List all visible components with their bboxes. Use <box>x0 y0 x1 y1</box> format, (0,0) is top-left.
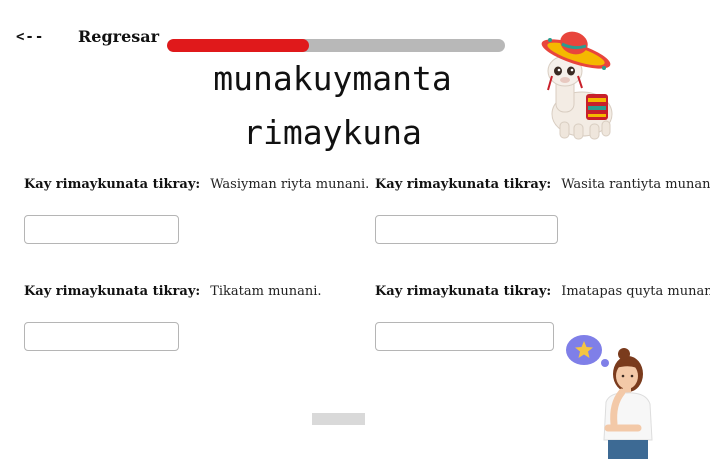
star-bubble-icon <box>566 335 609 367</box>
llama-sombrero-icon <box>541 31 613 140</box>
exercise-sentence: Tikatam munani. <box>210 284 322 299</box>
exercise-label: Kay rimaykunata tikray: <box>24 177 201 192</box>
answer-input-1[interactable] <box>24 215 179 244</box>
back-arrow-icon[interactable]: <-- <box>16 29 44 45</box>
exercise-4: Kay rimaykunata tikray: Imatapas quyta mu… <box>375 284 710 299</box>
exercise-label: Kay rimaykunata tikray: <box>375 177 552 192</box>
thinking-woman-icon <box>566 335 653 459</box>
page-title-line2: rimaykuna <box>243 113 422 152</box>
exercise-3: Kay rimaykunata tikray: Tikatam munani. <box>24 284 322 299</box>
progress-bar <box>167 39 505 52</box>
answer-input-2[interactable] <box>375 215 558 244</box>
answer-input-3[interactable] <box>24 322 179 351</box>
exercise-1: Kay rimaykunata tikray: Wasiyman riyta mu… <box>24 177 369 192</box>
exercise-label: Kay rimaykunata tikray: <box>24 284 201 299</box>
exercise-sentence: Wasita rantiyta munani. <box>561 177 710 192</box>
page-title: munakuymanta rimaykuna <box>170 52 495 160</box>
submit-button[interactable] <box>312 413 365 425</box>
page-title-line1: munakuymanta <box>213 59 452 98</box>
exercise-sentence: Imatapas quyta munani. <box>561 284 710 299</box>
answer-input-4[interactable] <box>375 322 554 351</box>
exercise-label: Kay rimaykunata tikray: <box>375 284 552 299</box>
back-button[interactable]: Regresar <box>78 27 159 46</box>
exercise-sentence: Wasiyman riyta munani. <box>210 177 370 192</box>
progress-fill <box>167 39 309 52</box>
exercise-2: Kay rimaykunata tikray: Wasita rantiyta m… <box>375 177 710 192</box>
